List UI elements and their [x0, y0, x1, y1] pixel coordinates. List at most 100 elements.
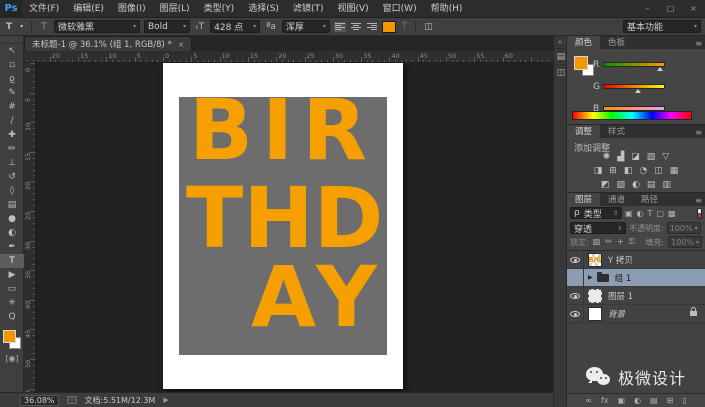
path-selection-tool-icon[interactable]: ▶: [0, 268, 24, 282]
filter-smart-objects-icon[interactable]: ▩: [668, 209, 676, 218]
layer-style-icon[interactable]: fx: [601, 396, 609, 405]
filter-pixel-layers-icon[interactable]: ▣: [625, 209, 633, 218]
new-layer-icon[interactable]: ⊞: [667, 396, 674, 405]
new-adjustment-layer-icon[interactable]: ◐: [634, 396, 641, 405]
opacity-field[interactable]: 100% ▾: [667, 222, 701, 234]
menu-select[interactable]: 选择(S): [241, 0, 286, 18]
tab-close-icon[interactable]: ×: [178, 40, 185, 49]
lock-image-pixels-icon[interactable]: ✏: [605, 237, 612, 247]
eyedropper-tool-icon[interactable]: ∕: [0, 114, 24, 128]
menu-filter[interactable]: 滤镜(T): [286, 0, 331, 18]
align-center-icon[interactable]: [350, 22, 362, 32]
lock-transparent-pixels-icon[interactable]: ▨: [593, 237, 601, 247]
layer-thumbnail[interactable]: BIR: [588, 253, 602, 267]
color-balance-icon[interactable]: ⊞: [609, 166, 617, 177]
menu-file[interactable]: 文件(F): [22, 0, 66, 18]
document-page[interactable]: BIR THD AY: [163, 63, 403, 389]
lock-all-icon[interactable]: ⚿: [629, 237, 635, 247]
blur-tool-icon[interactable]: ●: [0, 212, 24, 226]
invert-icon[interactable]: ◩: [601, 180, 610, 191]
panel-menu-icon[interactable]: ≡: [695, 128, 702, 137]
status-menu-arrow-icon[interactable]: ▶: [163, 396, 168, 404]
layer-name[interactable]: 组 1: [615, 272, 632, 284]
tab-styles[interactable]: 样式: [600, 124, 633, 138]
expand-panels-icon[interactable]: «: [554, 36, 566, 48]
layer-name[interactable]: 图层 1: [608, 290, 633, 302]
history-brush-tool-icon[interactable]: ↺: [0, 170, 24, 184]
menu-image[interactable]: 图像(I): [111, 0, 153, 18]
blend-mode-select[interactable]: 穿透 ⇕: [570, 222, 626, 234]
vibrance-icon[interactable]: ▽: [662, 152, 669, 163]
zoom-level-field[interactable]: 36.08%: [20, 395, 59, 406]
maximize-button[interactable]: □: [660, 2, 681, 16]
layer-thumbnail[interactable]: [588, 307, 602, 321]
exposure-icon[interactable]: ▧: [647, 152, 656, 163]
layer-row-layer-1[interactable]: 图层 1: [567, 287, 705, 305]
visibility-toggle[interactable]: [567, 251, 584, 269]
photo-filter-icon[interactable]: ◔: [639, 166, 647, 177]
foreground-color-swatch[interactable]: [574, 56, 588, 70]
workspace-select[interactable]: 基本功能▾: [623, 20, 701, 33]
text-orientation-icon[interactable]: ⊤: [38, 22, 50, 32]
anti-alias-select[interactable]: 浑厚▾: [282, 20, 330, 33]
layer-row-group-1[interactable]: ▶ 组 1: [567, 269, 705, 287]
filter-type-layers-icon[interactable]: T: [648, 209, 653, 218]
menu-layer[interactable]: 图层(L): [153, 0, 197, 18]
tab-swatches[interactable]: 色板: [600, 36, 633, 49]
link-layers-icon[interactable]: ∞: [585, 396, 592, 405]
levels-icon[interactable]: ▟: [617, 152, 624, 163]
layer-thumbnail[interactable]: [588, 289, 602, 303]
filter-adjustment-layers-icon[interactable]: ◐: [637, 209, 644, 218]
align-right-icon[interactable]: [366, 22, 378, 32]
hue-saturation-icon[interactable]: ◨: [594, 166, 603, 177]
tab-layers[interactable]: 图层: [567, 192, 600, 206]
hand-tool-icon[interactable]: ✳: [0, 296, 24, 310]
red-slider-handle[interactable]: [657, 67, 663, 71]
visibility-toggle[interactable]: [567, 269, 584, 287]
type-tool-preset-icon[interactable]: T: [4, 22, 14, 32]
minimize-button[interactable]: –: [637, 2, 658, 16]
font-style-select[interactable]: Bold▾: [144, 20, 190, 33]
brightness-contrast-icon[interactable]: ✺: [603, 152, 611, 163]
tab-adjustments[interactable]: 调整: [567, 124, 600, 138]
visibility-toggle[interactable]: [567, 287, 584, 305]
green-slider[interactable]: [603, 84, 665, 89]
align-left-icon[interactable]: [334, 22, 346, 32]
text-color-swatch[interactable]: [382, 21, 396, 33]
font-family-select[interactable]: 微软雅黑▾: [54, 20, 140, 33]
gradient-map-icon[interactable]: ▥: [662, 180, 671, 191]
delete-layer-icon[interactable]: ▯: [682, 396, 686, 405]
curves-icon[interactable]: ◪: [631, 152, 640, 163]
properties-panel-icon[interactable]: ◫: [554, 64, 568, 80]
selective-color-icon[interactable]: ▤: [647, 180, 656, 191]
color-lookup-icon[interactable]: ▦: [670, 166, 679, 177]
visibility-toggle[interactable]: [567, 305, 584, 323]
disclosure-triangle-icon[interactable]: ▶: [588, 274, 593, 281]
menu-view[interactable]: 视图(V): [330, 0, 375, 18]
fill-field[interactable]: 100% ▾: [668, 236, 702, 248]
type-tool-icon[interactable]: T: [0, 254, 24, 268]
menu-type[interactable]: 类型(Y): [197, 0, 242, 18]
filter-shape-layers-icon[interactable]: ▢: [656, 209, 664, 218]
foreground-color-swatch[interactable]: [3, 330, 16, 343]
panel-menu-icon[interactable]: ≡: [695, 39, 702, 48]
tab-channels[interactable]: 通道: [600, 192, 633, 206]
dodge-tool-icon[interactable]: ◐: [0, 226, 24, 240]
layer-row-y-copy[interactable]: BIR Y 拷贝: [567, 251, 705, 269]
add-layer-mask-icon[interactable]: ▣: [618, 396, 626, 405]
pen-tool-icon[interactable]: ✒: [0, 240, 24, 254]
menu-help[interactable]: 帮助(H): [424, 0, 470, 18]
font-size-select[interactable]: 428 点▾: [210, 20, 260, 33]
gradient-tool-icon[interactable]: ▤: [0, 198, 24, 212]
black-white-icon[interactable]: ◧: [624, 166, 633, 177]
layer-filtering-toggle[interactable]: [697, 208, 702, 219]
brush-tool-icon[interactable]: ✏: [0, 142, 24, 156]
quick-selection-tool-icon[interactable]: ✎: [0, 86, 24, 100]
clone-stamp-tool-icon[interactable]: ⊥: [0, 156, 24, 170]
toggle-panels-icon[interactable]: ◫: [422, 22, 435, 32]
move-tool-icon[interactable]: ↖: [0, 44, 24, 58]
layer-name[interactable]: Y 拷贝: [608, 254, 633, 266]
lock-position-icon[interactable]: +: [617, 237, 624, 247]
close-button[interactable]: ×: [683, 2, 704, 16]
tab-color[interactable]: 颜色: [567, 36, 600, 49]
